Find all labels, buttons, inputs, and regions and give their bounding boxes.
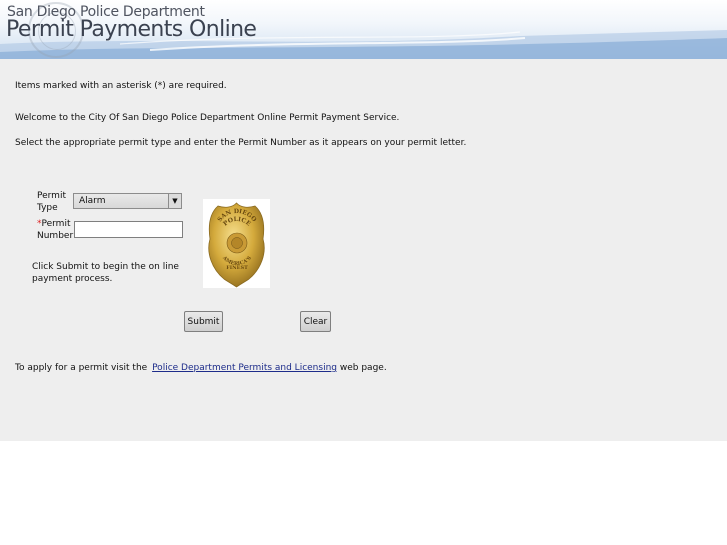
badge-text-finest: FINEST <box>226 265 248 271</box>
apply-permit-line: To apply for a permit visit the Police D… <box>15 363 387 373</box>
apply-suffix-text: web page. <box>339 363 387 373</box>
permit-type-selected-value: Alarm <box>79 196 106 206</box>
dropdown-arrow-icon[interactable]: ▼ <box>168 194 181 208</box>
permit-number-label-text: Permit Number <box>37 219 74 241</box>
required-note: Items marked with an asterisk (*) are re… <box>15 81 227 91</box>
clear-button[interactable]: Clear <box>300 311 331 332</box>
instructions-text: Select the appropriate permit type and e… <box>15 138 467 148</box>
apply-prefix-text: To apply for a permit visit the <box>15 363 148 373</box>
permits-licensing-link[interactable]: Police Department Permits and Licensing <box>152 363 337 373</box>
permit-number-label: *Permit Number <box>37 218 73 242</box>
permit-type-label: Permit Type <box>37 191 66 213</box>
header-banner: San Diego Police Department Permit Payme… <box>0 0 727 59</box>
main-content: Items marked with an asterisk (*) are re… <box>0 59 727 441</box>
submit-button[interactable]: Submit <box>184 311 223 332</box>
permit-number-input[interactable] <box>74 221 183 238</box>
app-title: Permit Payments Online <box>6 17 257 42</box>
police-badge-image: SAN DIEGO POLICE AMERICA'S FINEST <box>203 199 270 288</box>
permit-type-select[interactable]: Alarm ▼ <box>73 193 182 209</box>
welcome-text: Welcome to the City Of San Diego Police … <box>15 113 400 123</box>
click-submit-note: Click Submit to begin the on line paymen… <box>32 262 179 284</box>
